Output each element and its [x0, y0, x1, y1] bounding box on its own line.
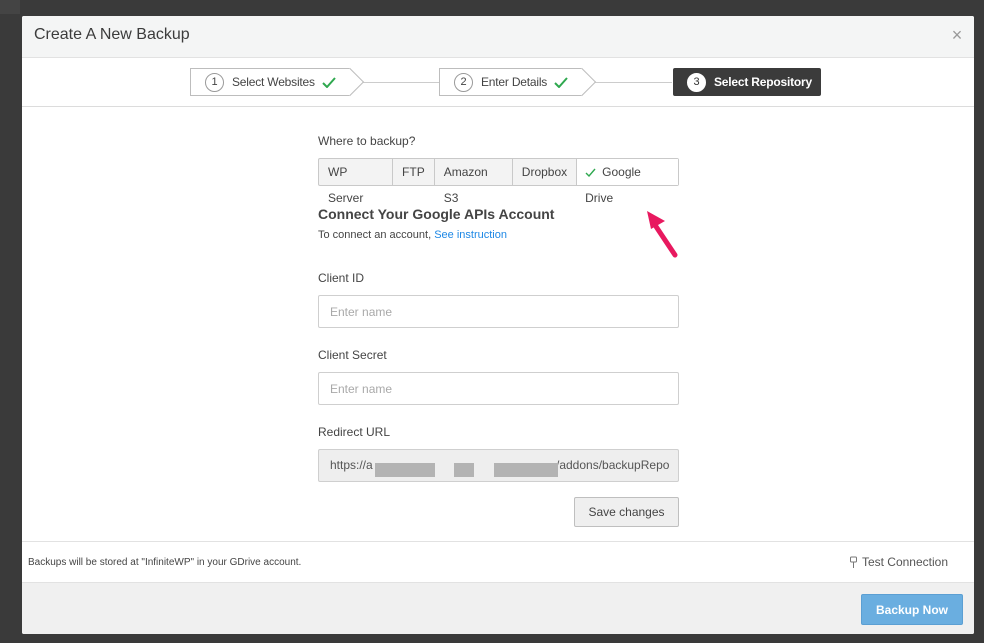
redirect-url-label: Redirect URL	[318, 425, 391, 439]
plug-icon	[849, 556, 857, 568]
step-number: 1	[205, 72, 224, 92]
see-instruction-link[interactable]: See instruction	[434, 229, 507, 241]
step-enter-details[interactable]: 2 Enter Details	[439, 68, 582, 96]
client-secret-label: Client Secret	[318, 348, 387, 362]
redirect-url-start: https://a	[330, 458, 373, 472]
step-select-repository[interactable]: 3 Select Repository	[673, 68, 821, 96]
backdrop	[0, 0, 20, 14]
modal-title: Create A New Backup	[34, 26, 190, 43]
check-icon	[322, 76, 336, 88]
modal-footer: Backup Now	[22, 583, 974, 634]
step-number: 3	[687, 72, 706, 92]
repo-option-ftp[interactable]: FTP	[393, 159, 435, 185]
check-icon	[585, 168, 596, 178]
client-secret-input[interactable]	[318, 372, 679, 405]
section-sub-prefix: To connect an account,	[318, 229, 432, 241]
arrow-annotation-icon	[647, 211, 678, 258]
info-strip: Backups will be stored at "InfiniteWP" i…	[22, 541, 974, 583]
test-connection-label: Test Connection	[861, 555, 948, 569]
test-connection-button[interactable]: Test Connection	[849, 555, 948, 569]
create-backup-modal: Create A New Backup × 1 Select Websites …	[22, 16, 974, 634]
redacted-block	[454, 463, 474, 477]
redacted-block	[494, 463, 558, 477]
check-icon	[554, 76, 568, 88]
section-subtitle: To connect an account, See instruction	[318, 229, 507, 241]
save-changes-button[interactable]: Save changes	[574, 497, 679, 527]
modal-body: Where to backup? WP Server FTP Amazon S3…	[22, 107, 974, 541]
repo-option-amazon-s3[interactable]: Amazon S3	[435, 159, 513, 205]
redacted-block	[375, 463, 435, 477]
repo-option-google-drive[interactable]: Google Drive	[577, 159, 678, 205]
storage-note: Backups will be stored at "InfiniteWP" i…	[28, 557, 302, 568]
redirect-url-end: /addons/backupRepo	[556, 458, 670, 472]
client-id-input[interactable]	[318, 295, 679, 328]
repo-option-dropbox[interactable]: Dropbox	[513, 159, 578, 185]
step-select-websites[interactable]: 1 Select Websites	[190, 68, 350, 96]
backup-now-button[interactable]: Backup Now	[861, 594, 963, 625]
step-label: Enter Details	[481, 75, 548, 89]
step-number: 2	[454, 72, 473, 92]
section-title: Connect Your Google APIs Account	[318, 206, 555, 222]
client-id-label: Client ID	[318, 271, 365, 285]
modal-header: Create A New Backup ×	[22, 16, 974, 58]
step-label: Select Repository	[714, 75, 812, 89]
where-label: Where to backup?	[318, 134, 416, 148]
repository-selector: WP Server FTP Amazon S3 Dropbox Google D…	[318, 158, 679, 205]
steps-bar: 1 Select Websites 2 Enter Details 3 Sele…	[22, 58, 974, 107]
repo-option-wp-server[interactable]: WP Server	[319, 159, 394, 205]
close-icon[interactable]: ×	[948, 25, 966, 45]
step-label: Select Websites	[232, 75, 315, 89]
